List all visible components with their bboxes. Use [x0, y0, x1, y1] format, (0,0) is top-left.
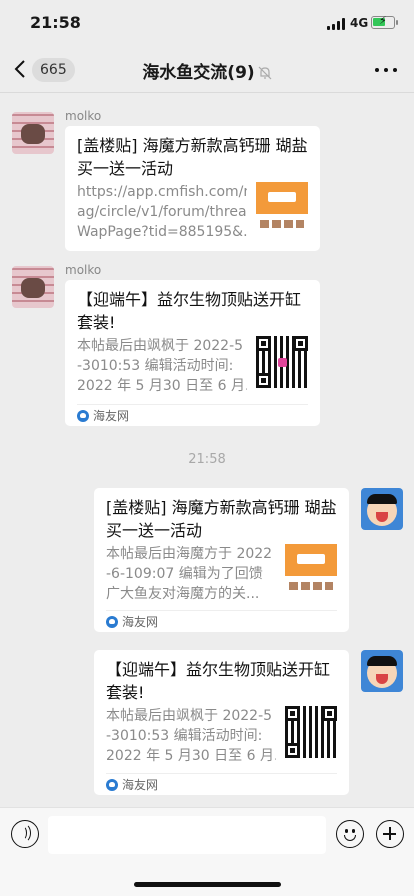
home-indicator: [134, 882, 281, 887]
source-logo-icon: [106, 779, 118, 791]
card-divider: [106, 610, 337, 611]
card-title: 【迎端午】益尔生物顶贴送开缸套装!: [106, 660, 331, 702]
chat-title: 海水鱼交流(9): [0, 58, 414, 83]
link-card[interactable]: [盖楼贴] 海魔方新款高钙珊 瑚盐买一送一活动 本帖最后由海魔方于 2022 -…: [94, 488, 349, 632]
card-source: 海友网: [77, 406, 129, 426]
message-input[interactable]: [48, 816, 326, 854]
time-separator: 21:58: [188, 452, 226, 467]
card-title: [盖楼贴] 海魔方新款高钙珊 瑚盐买一送一活动: [77, 136, 308, 178]
status-time: 21:58: [30, 13, 81, 32]
card-title: [盖楼贴] 海魔方新款高钙珊 瑚盐买一送一活动: [106, 498, 337, 540]
card-divider: [106, 773, 337, 774]
card-source: 海友网: [106, 612, 158, 632]
avatar[interactable]: [361, 488, 403, 530]
more-icon[interactable]: [375, 68, 397, 73]
card-description: https://app.cmfish.com/m ag/circle/v1/fo…: [77, 184, 247, 240]
card-divider: [77, 404, 308, 405]
card-description: 本帖最后由海魔方于 2022 -6-109:07 编辑为了回馈 广大鱼友对海魔方…: [106, 546, 273, 602]
qr-code-thumbnail: [285, 706, 337, 758]
card-source: 海友网: [106, 775, 158, 795]
network-label: 4G: [350, 16, 369, 30]
signal-icon: [327, 18, 345, 30]
link-card[interactable]: 【迎端午】益尔生物顶贴送开缸套装! 本帖最后由飒枫于 2022-5 -3010:…: [65, 280, 320, 426]
plus-icon[interactable]: [376, 820, 404, 848]
source-name: 海友网: [122, 615, 159, 629]
link-card[interactable]: 【迎端午】益尔生物顶贴送开缸套装! 本帖最后由飒枫于 2022-5 -3010:…: [94, 650, 349, 795]
card-description: 本帖最后由飒枫于 2022-5 -3010:53 编辑活动时间: 2022 年 …: [106, 708, 276, 764]
sender-name: molko: [65, 109, 102, 123]
qr-code-thumbnail: [256, 336, 308, 388]
chat-title-text: 海水鱼交流(9): [142, 63, 255, 83]
avatar[interactable]: [12, 112, 54, 154]
card-thumbnail: [256, 182, 308, 234]
source-logo-icon: [106, 616, 118, 628]
nav-bar: 665 海水鱼交流(9): [0, 48, 414, 92]
status-bar: 21:58 4G ⚡: [0, 0, 414, 48]
sender-name: molko: [65, 263, 102, 277]
avatar[interactable]: [12, 266, 54, 308]
source-logo-icon: [77, 410, 89, 422]
source-name: 海友网: [122, 778, 159, 792]
nav-divider: [0, 92, 414, 93]
card-thumbnail: [285, 544, 337, 596]
voice-icon[interactable]: [11, 820, 39, 848]
battery-icon: ⚡: [371, 14, 398, 29]
avatar[interactable]: [361, 650, 403, 692]
emoji-icon[interactable]: [336, 820, 364, 848]
source-name: 海友网: [93, 409, 130, 423]
bell-slash-icon: [258, 66, 272, 80]
card-title: 【迎端午】益尔生物顶贴送开缸套装!: [77, 290, 302, 332]
card-description: 本帖最后由飒枫于 2022-5 -3010:53 编辑活动时间: 2022 年 …: [77, 338, 247, 394]
link-card[interactable]: [盖楼贴] 海魔方新款高钙珊 瑚盐买一送一活动 https://app.cmfi…: [65, 126, 320, 251]
